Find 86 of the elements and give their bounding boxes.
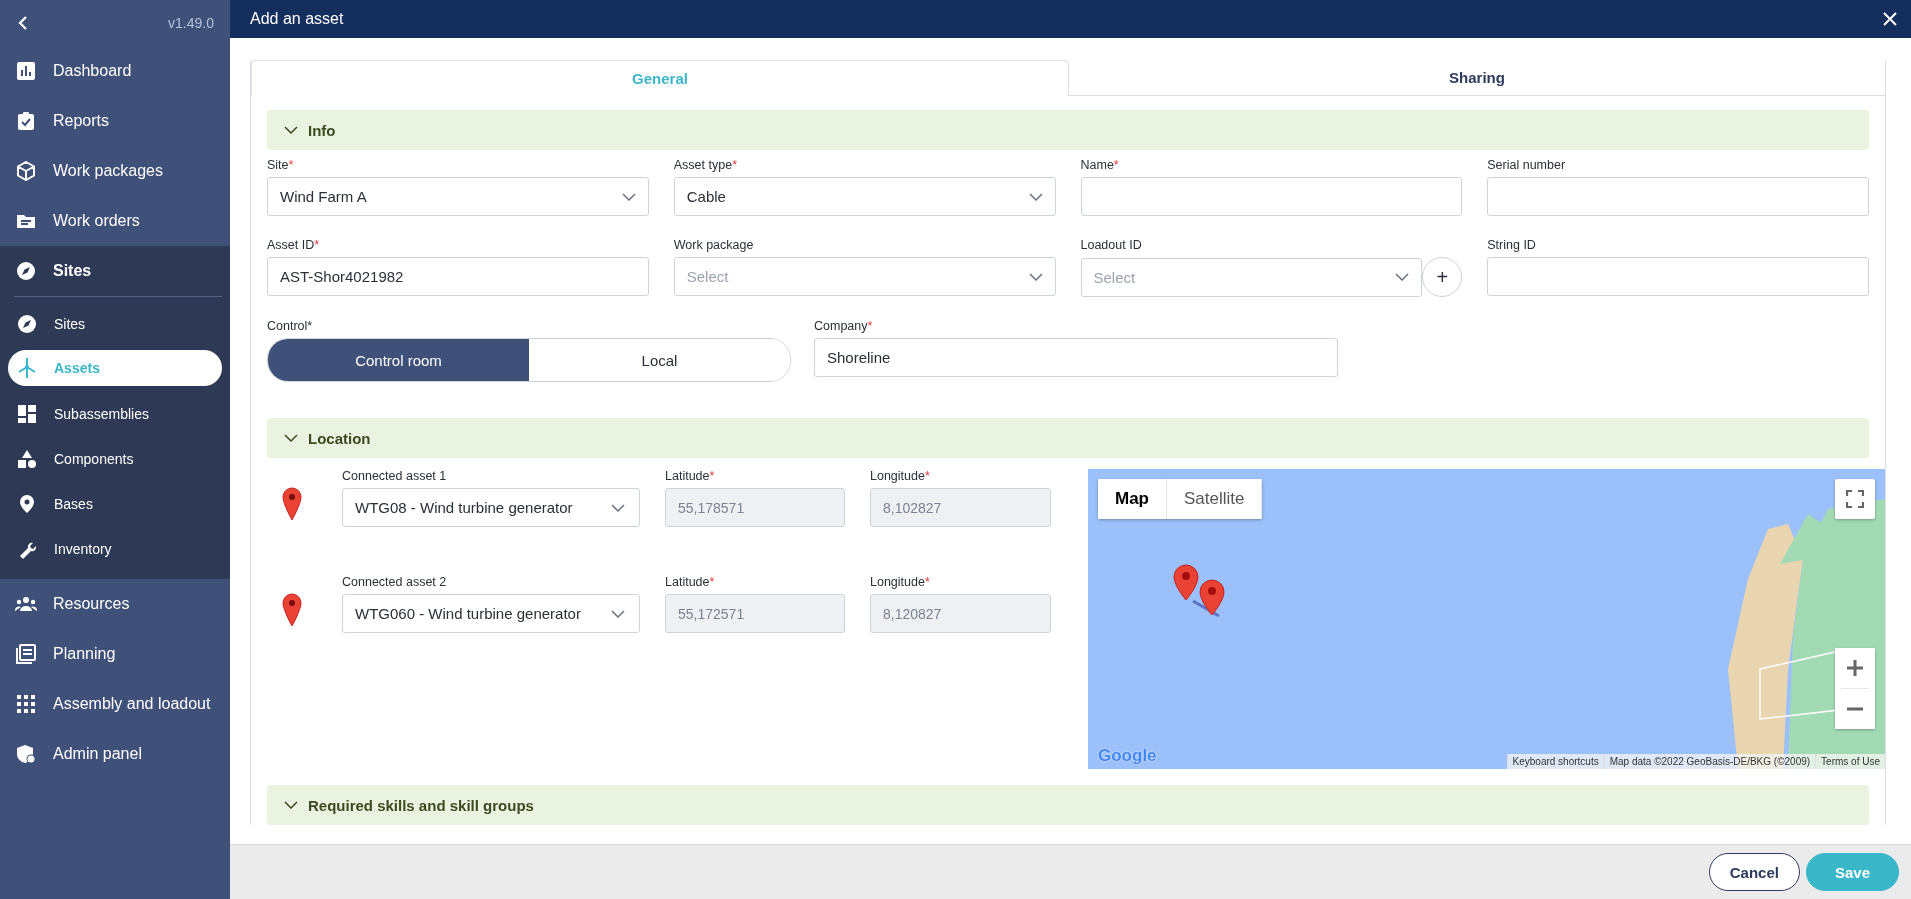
back-icon [18, 16, 28, 30]
field-label: Name* [1080, 158, 1120, 173]
segment-button[interactable]: Control room [268, 339, 529, 381]
chevron-down-icon [1028, 192, 1043, 201]
text-field[interactable] [1487, 257, 1869, 296]
section-title: Info [308, 121, 336, 139]
field-label: Latitude* [665, 469, 716, 484]
select-field[interactable]: Wind Farm A [267, 177, 649, 216]
select-field[interactable]: Cable [673, 177, 1056, 216]
map-pin-icon [19, 493, 35, 514]
map-pin-icon [282, 593, 302, 627]
chevron-down-icon [611, 609, 625, 618]
chevron-down-icon [284, 126, 298, 134]
grid-icon [17, 695, 35, 713]
chevron-down-icon [1395, 273, 1410, 281]
field-label: Longitude* [870, 575, 931, 590]
field-label: Loadout ID [1080, 238, 1143, 253]
map-attribution-link[interactable]: Keyboard shortcuts [1506, 754, 1604, 769]
text-field[interactable]: AST-Shor4021982 [267, 257, 649, 296]
shapes-icon [17, 448, 37, 469]
version-label: v1.49.0 [168, 15, 214, 31]
nav-subitem[interactable]: Sites [8, 301, 222, 346]
section-title: Required skills and skill groups [308, 796, 534, 814]
chevron-down-icon [621, 192, 636, 201]
nav-subitem[interactable]: Subassemblies [8, 391, 222, 436]
nav-subitem[interactable]: Inventory [8, 526, 222, 571]
cube-icon [16, 161, 36, 181]
action-button[interactable]: Cancel [1708, 853, 1800, 891]
text-field[interactable] [1487, 177, 1869, 216]
nav-item[interactable]: Work packages [0, 146, 230, 196]
section-header[interactable]: Location [267, 418, 1869, 458]
nav-item[interactable]: Reports [0, 96, 230, 146]
field-label: Connected asset 1 [342, 469, 448, 484]
dialog-title: Add an asset [250, 10, 344, 28]
minus-icon [1846, 707, 1864, 711]
close-icon[interactable] [1883, 12, 1897, 26]
nav-subitem[interactable]: Components [8, 436, 222, 481]
chevron-down-icon [1028, 272, 1043, 281]
field-label: String ID [1487, 238, 1537, 253]
nav-item[interactable]: Resources [0, 579, 230, 629]
section-title: Location [308, 429, 371, 447]
nav-item[interactable]: Work orders [0, 196, 230, 246]
text-field[interactable] [1080, 177, 1463, 216]
add-button[interactable]: + [1422, 257, 1463, 297]
field-label: Control* [267, 319, 314, 334]
field-label: Longitude* [870, 469, 931, 484]
map-markers-drawing [1173, 564, 1228, 618]
map-type-button[interactable]: Satellite [1167, 479, 1263, 519]
chart-icon [16, 61, 36, 81]
nav-item[interactable]: Dashboard [0, 46, 230, 96]
field-label: Work package [673, 238, 755, 253]
fullscreen-icon [1846, 490, 1864, 508]
map-pin-icon [282, 487, 302, 521]
field-label: Connected asset 2 [342, 575, 448, 590]
nav-item[interactable]: Assembly and loadout [0, 679, 230, 729]
nav-item[interactable]: Sites [0, 246, 230, 296]
tiles-icon [17, 403, 37, 424]
text-field[interactable]: Shoreline [814, 338, 1338, 377]
documents-icon [16, 644, 36, 664]
field-label: Latitude* [665, 575, 716, 590]
chevron-down-icon [284, 434, 298, 442]
zoom-in-button[interactable] [1835, 648, 1875, 688]
shield-icon [16, 744, 36, 764]
field-label: Site* [267, 158, 295, 173]
map-type-button[interactable]: Map [1098, 479, 1167, 519]
nav-item[interactable]: Admin panel [0, 729, 230, 779]
wind-turbine-icon [17, 357, 37, 379]
field-label: Asset type* [673, 158, 738, 173]
compass-icon [16, 261, 36, 281]
field-label: Serial number [1487, 158, 1567, 173]
chevron-down-icon [611, 503, 625, 512]
fullscreen-button[interactable] [1835, 479, 1875, 519]
map-attribution-link[interactable]: Map data ©2022 GeoBasis-DE/BKG (©2009) [1603, 754, 1816, 769]
nav-subitem[interactable]: Bases [8, 481, 222, 526]
plus-icon [1846, 659, 1864, 677]
nav-item[interactable]: Planning [0, 629, 230, 679]
field-label: Asset ID* [267, 238, 321, 253]
map-attribution-link[interactable]: Terms of Use [1815, 754, 1885, 769]
section-header[interactable]: Info [267, 110, 1869, 150]
chevron-down-icon [284, 801, 298, 809]
field-label: Company* [814, 319, 874, 334]
clipboard-check-icon [16, 111, 36, 131]
compass-icon [17, 313, 37, 334]
section-header[interactable]: Required skills and skill groups [267, 785, 1869, 825]
map-logo: Google [1098, 746, 1157, 766]
people-icon [15, 596, 37, 612]
